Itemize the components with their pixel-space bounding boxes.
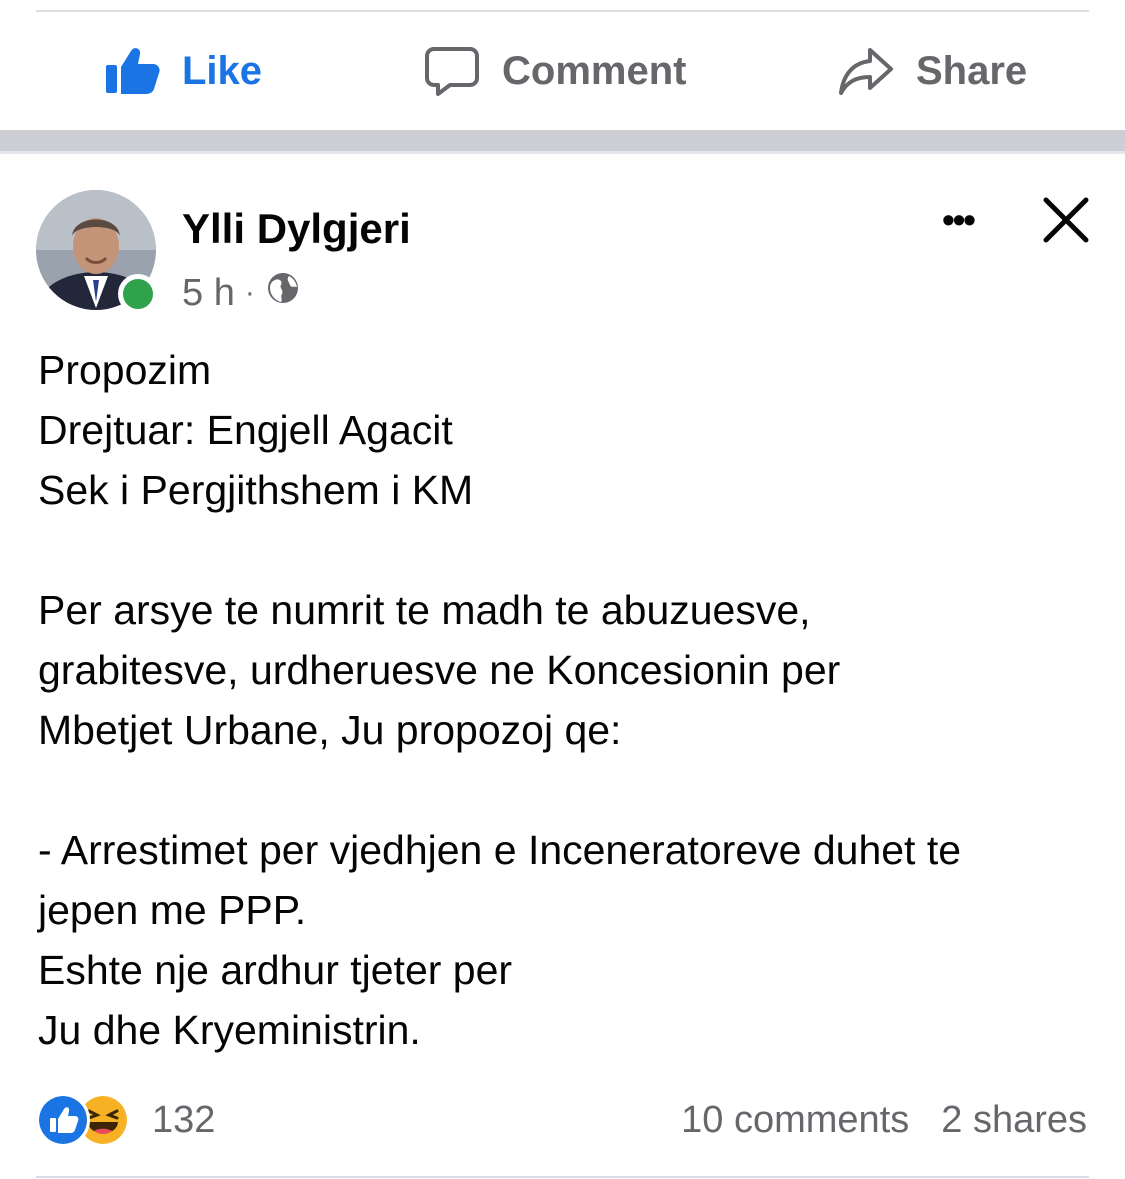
post-line: grabitesve, urdheruesve ne Koncesionin p… bbox=[38, 647, 841, 693]
like-reaction-icon bbox=[36, 1093, 90, 1147]
post-stats: 10 comments 2 shares bbox=[681, 1094, 1087, 1146]
post-line: Eshte nje ardhur tjeter per bbox=[38, 947, 513, 993]
post-line-blank bbox=[38, 520, 1098, 580]
post-line: Ju dhe Kryeministrin. bbox=[38, 1007, 421, 1053]
post-line: Mbetjet Urbane, Ju propozoj qe: bbox=[38, 707, 622, 753]
post-line: Sek i Pergjithshem i KM bbox=[38, 467, 474, 513]
globe-icon[interactable] bbox=[265, 270, 301, 316]
post-meta: 5 h · bbox=[182, 270, 301, 316]
like-label: Like bbox=[182, 48, 263, 93]
speech-bubble-icon bbox=[424, 45, 480, 97]
more-options-icon[interactable]: ••• bbox=[928, 198, 988, 242]
feed-separator bbox=[0, 130, 1125, 154]
comment-button[interactable]: Comment bbox=[424, 12, 686, 130]
thumbs-up-icon bbox=[104, 47, 160, 95]
like-button[interactable]: Like bbox=[104, 12, 262, 130]
share-label: Share bbox=[916, 48, 1028, 93]
meta-separator: · bbox=[244, 276, 255, 309]
close-icon[interactable] bbox=[1036, 190, 1096, 250]
share-arrow-icon bbox=[838, 46, 894, 96]
comments-count-link[interactable]: 10 comments bbox=[681, 1099, 909, 1142]
author-name[interactable]: Ylli Dylgjeri bbox=[182, 205, 411, 253]
post-line: Drejtuar: Engjell Agacit bbox=[38, 407, 453, 453]
post-line: jepen me PPP. bbox=[38, 887, 307, 933]
post-line-blank bbox=[38, 760, 1098, 820]
reaction-count: 132 bbox=[152, 1098, 216, 1141]
post-line: - Arrestimet per vjedhjen e Inceneratore… bbox=[38, 827, 962, 873]
share-button[interactable]: Share bbox=[838, 12, 1027, 130]
online-status-indicator bbox=[118, 274, 158, 314]
reactions-summary[interactable]: 132 bbox=[36, 1093, 216, 1147]
bottom-divider bbox=[36, 1176, 1089, 1178]
post-line: Per arsye te numrit te madh te abuzuesve… bbox=[38, 587, 811, 633]
post-time[interactable]: 5 h bbox=[182, 272, 235, 315]
shares-count-link[interactable]: 2 shares bbox=[941, 1099, 1087, 1142]
comment-label: Comment bbox=[502, 48, 687, 93]
post-action-bar: Like Comment Share bbox=[0, 12, 1125, 130]
post-line: Propozim bbox=[38, 347, 212, 393]
post-body: Propozim Drejtuar: Engjell Agacit Sek i … bbox=[38, 340, 1098, 1060]
